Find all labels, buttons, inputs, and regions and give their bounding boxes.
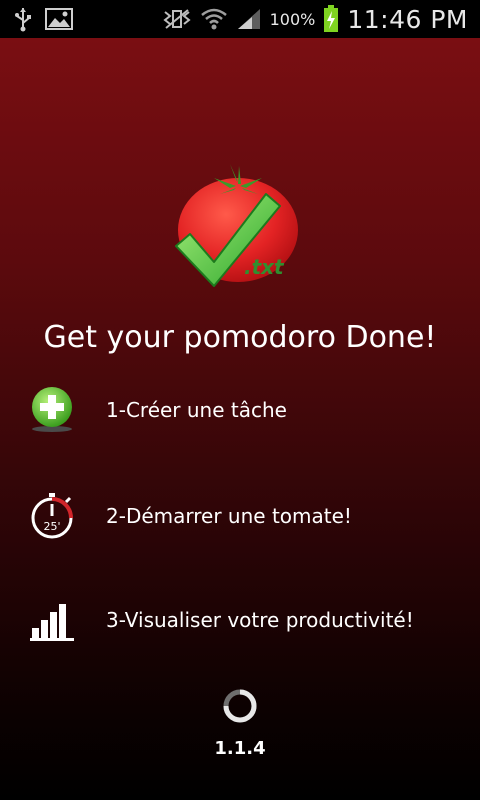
step-start-tomato-label: 2-Démarrer une tomate! — [106, 504, 352, 528]
wifi-icon — [200, 8, 227, 30]
pomodoro-logo: .txt — [175, 164, 298, 287]
status-bar: 100% 11:46 PM — [0, 0, 480, 38]
status-right: 100% 11:46 PM — [162, 5, 480, 34]
add-icon — [32, 387, 72, 432]
image-icon — [45, 8, 73, 30]
bar-chart-icon — [30, 604, 74, 641]
logo-text: .txt — [244, 255, 285, 279]
step-start-tomato: 25' 2-Démarrer une tomate! — [0, 486, 480, 546]
step-visualize-productivity: 3-Visualiser votre productivité! — [0, 590, 480, 650]
page-title: Get your pomodoro Done! — [43, 320, 437, 355]
splash-screen: .txt Get your pomodoro Done! 1-Créer une… — [0, 38, 480, 800]
status-left — [0, 6, 74, 32]
battery-percent: 100% — [269, 9, 316, 29]
step-create-task-label: 1-Créer une tâche — [106, 398, 287, 422]
app-version: 1.1.4 — [214, 738, 266, 759]
step-visualize-productivity-label: 3-Visualiser votre productivité! — [106, 608, 414, 632]
battery-charging-icon — [324, 5, 339, 32]
timer-icon: 25' — [31, 493, 73, 539]
status-time: 11:46 PM — [347, 4, 468, 34]
step-create-task: 1-Créer une tâche — [0, 380, 480, 440]
timer-text: 25' — [43, 520, 60, 533]
signal-icon — [237, 9, 260, 29]
usb-icon — [15, 8, 31, 32]
mute-vibrate-icon — [163, 9, 191, 29]
loading-spinner — [223, 689, 257, 723]
